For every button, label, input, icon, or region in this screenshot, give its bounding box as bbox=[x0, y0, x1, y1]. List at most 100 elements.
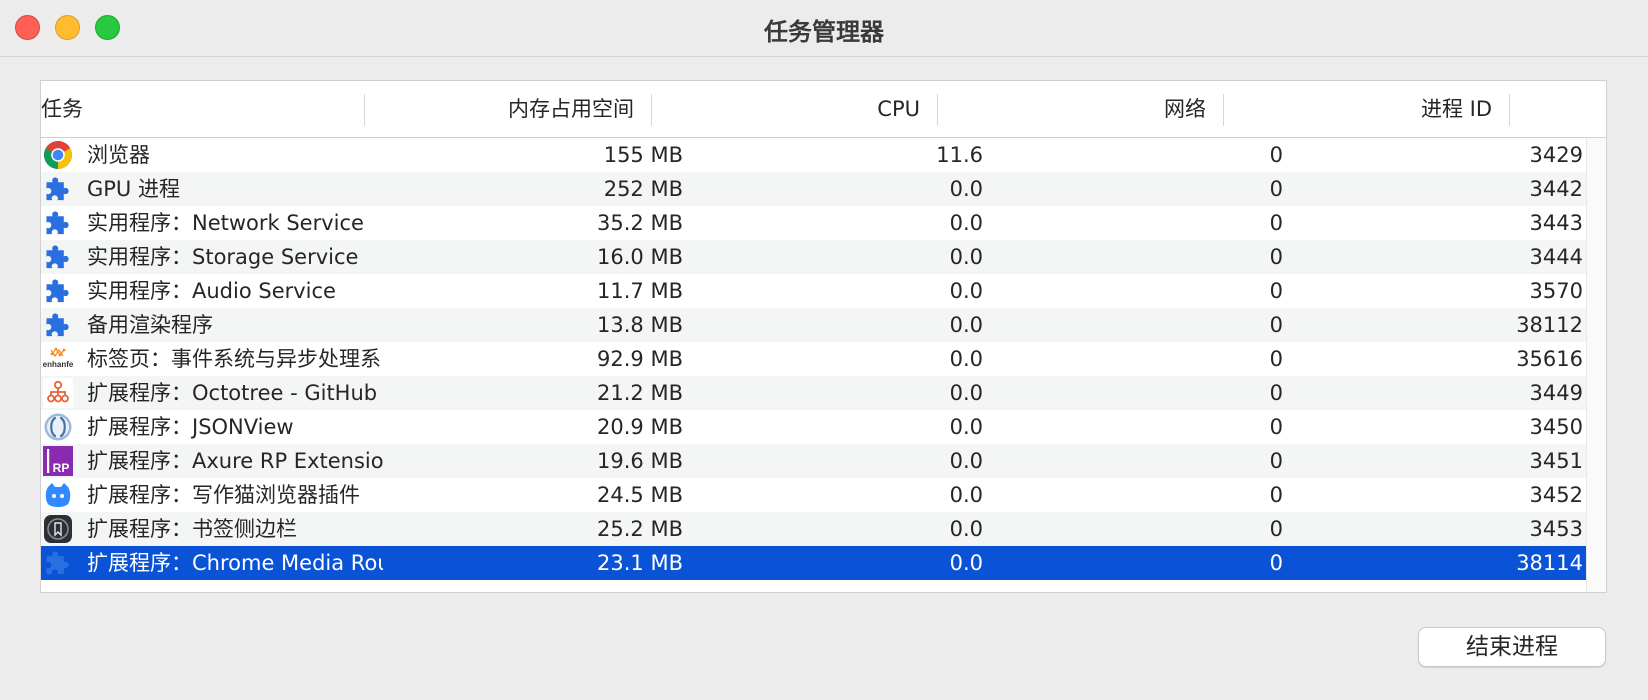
memory-cell: 20.9 MB bbox=[597, 415, 683, 439]
pid-cell: 3444 bbox=[1529, 245, 1583, 269]
pid-cell: 35616 bbox=[1516, 347, 1583, 371]
table-row[interactable]: GPU 进程 252 MB 0.0 0 3442 bbox=[41, 172, 1586, 206]
table-row-selected[interactable]: 扩展程序：Chrome Media Router 23.1 MB 0.0 0 38114 bbox=[41, 546, 1586, 580]
network-cell: 0 bbox=[1269, 415, 1283, 439]
table-header: 任务 内存占用空间 CPU 网络 进程 ID bbox=[41, 81, 1606, 138]
window-title: 任务管理器 bbox=[764, 18, 884, 46]
task-name: 扩展程序：Octotree - GitHub bbox=[87, 381, 378, 405]
puzzle-icon bbox=[43, 276, 73, 306]
table-row[interactable]: RP 扩展程序：Axure RP Extension 19.6 MB 0.0 0 3451 bbox=[41, 444, 1586, 478]
cpu-cell: 0.0 bbox=[949, 177, 983, 201]
memory-cell: 25.2 MB bbox=[597, 517, 683, 541]
column-header-task[interactable]: 任务 bbox=[41, 81, 365, 137]
pid-cell: 38112 bbox=[1516, 313, 1583, 337]
memory-cell: 252 MB bbox=[603, 177, 683, 201]
table-row[interactable]: 备用渲染程序 13.8 MB 0.0 0 38112 bbox=[41, 308, 1586, 342]
memory-cell: 92.9 MB bbox=[597, 347, 683, 371]
svg-text:RP: RP bbox=[53, 461, 70, 475]
pid-cell: 3450 bbox=[1529, 415, 1583, 439]
task-cell: 扩展程序：Chrome Media Router bbox=[41, 546, 383, 580]
pid-cell: 3453 bbox=[1529, 517, 1583, 541]
column-header-pid[interactable]: 进程 ID bbox=[1224, 81, 1510, 137]
task-name: GPU 进程 bbox=[87, 177, 180, 201]
task-cell: 扩展程序：写作猫浏览器插件 bbox=[41, 478, 383, 512]
task-name: 扩展程序：书签侧边栏 bbox=[87, 517, 297, 541]
memory-cell: 21.2 MB bbox=[597, 381, 683, 405]
column-header-memory[interactable]: 内存占用空间 bbox=[365, 81, 652, 137]
pid-cell: 3443 bbox=[1529, 211, 1583, 235]
cpu-cell: 0.0 bbox=[949, 551, 983, 575]
task-name: 实用程序：Storage Service bbox=[87, 245, 359, 269]
pid-cell: 3449 bbox=[1529, 381, 1583, 405]
pid-cell: 38114 bbox=[1516, 551, 1583, 575]
task-name: 扩展程序：JSONView bbox=[87, 415, 294, 439]
cpu-cell: 0.0 bbox=[949, 483, 983, 507]
vertical-scrollbar-track[interactable] bbox=[1586, 138, 1606, 592]
task-cell: 实用程序：Network Service bbox=[41, 206, 383, 240]
table-row[interactable]: 扩展程序：写作猫浏览器插件 24.5 MB 0.0 0 3452 bbox=[41, 478, 1586, 512]
puzzle-icon bbox=[43, 242, 73, 272]
memory-cell: 23.1 MB bbox=[597, 551, 683, 575]
bookmark-sidebar-icon bbox=[43, 514, 73, 544]
task-cell: 扩展程序：JSONView bbox=[41, 410, 383, 444]
task-cell: GPU 进程 bbox=[41, 172, 383, 206]
process-table: 任务 内存占用空间 CPU 网络 进程 ID 浏览器 155 MB 11.6 0 342… bbox=[40, 80, 1607, 593]
task-cell: 扩展程序：Octotree - GitHub bbox=[41, 376, 383, 410]
table-row[interactable]: 扩展程序：JSONView 20.9 MB 0.0 0 3450 bbox=[41, 410, 1586, 444]
pid-cell: 3429 bbox=[1529, 143, 1583, 167]
task-name: 扩展程序：Chrome Media Router bbox=[87, 551, 383, 575]
network-cell: 0 bbox=[1269, 211, 1283, 235]
network-cell: 0 bbox=[1269, 279, 1283, 303]
table-row[interactable]: 实用程序：Storage Service 16.0 MB 0.0 0 3444 bbox=[41, 240, 1586, 274]
network-cell: 0 bbox=[1269, 347, 1283, 371]
cpu-cell: 0.0 bbox=[949, 313, 983, 337]
network-cell: 0 bbox=[1269, 483, 1283, 507]
cpu-cell: 0.0 bbox=[949, 517, 983, 541]
chrome-icon bbox=[43, 140, 73, 170]
octotree-icon bbox=[43, 378, 73, 408]
memory-cell: 13.8 MB bbox=[597, 313, 683, 337]
table-body: 浏览器 155 MB 11.6 0 3429 GPU 进程 252 MB 0.0 0 3442 实用… bbox=[41, 138, 1586, 580]
task-name: 标签页：事件系统与异步处理系 bbox=[87, 347, 381, 371]
table-row[interactable]: 浏览器 155 MB 11.6 0 3429 bbox=[41, 138, 1586, 172]
memory-cell: 24.5 MB bbox=[597, 483, 683, 507]
column-header-cpu[interactable]: CPU bbox=[652, 81, 938, 137]
pid-cell: 3442 bbox=[1529, 177, 1583, 201]
memory-cell: 155 MB bbox=[603, 143, 683, 167]
jsonview-icon bbox=[43, 412, 73, 442]
network-cell: 0 bbox=[1269, 551, 1283, 575]
pid-cell: 3451 bbox=[1529, 449, 1583, 473]
column-header-network[interactable]: 网络 bbox=[938, 81, 1224, 137]
cpu-cell: 11.6 bbox=[936, 143, 983, 167]
network-cell: 0 bbox=[1269, 177, 1283, 201]
table-row[interactable]: 扩展程序：书签侧边栏 25.2 MB 0.0 0 3453 bbox=[41, 512, 1586, 546]
cpu-cell: 0.0 bbox=[949, 245, 983, 269]
pid-cell: 3570 bbox=[1529, 279, 1583, 303]
cpu-cell: 0.0 bbox=[949, 347, 983, 371]
network-cell: 0 bbox=[1269, 313, 1283, 337]
network-cell: 0 bbox=[1269, 381, 1283, 405]
task-name: 备用渲染程序 bbox=[87, 313, 213, 337]
memory-cell: 11.7 MB bbox=[597, 279, 683, 303]
task-cell: RP 扩展程序：Axure RP Extension bbox=[41, 444, 383, 478]
memory-cell: 35.2 MB bbox=[597, 211, 683, 235]
task-manager-window: 任务管理器 任务 内存占用空间 CPU 网络 进程 ID 浏览器 155 MB 11… bbox=[0, 0, 1648, 700]
network-cell: 0 bbox=[1269, 143, 1283, 167]
puzzle-icon bbox=[43, 548, 73, 578]
network-cell: 0 bbox=[1269, 245, 1283, 269]
puzzle-icon bbox=[43, 310, 73, 340]
svg-text:enhanfe: enhanfe bbox=[43, 360, 73, 369]
task-cell: 浏览器 bbox=[41, 138, 383, 172]
cpu-cell: 0.0 bbox=[949, 211, 983, 235]
task-name: 扩展程序：Axure RP Extension bbox=[87, 449, 383, 473]
table-row[interactable]: 扩展程序：Octotree - GitHub 21.2 MB 0.0 0 3449 bbox=[41, 376, 1586, 410]
table-row[interactable]: 实用程序：Audio Service 11.7 MB 0.0 0 3570 bbox=[41, 274, 1586, 308]
table-row[interactable]: enhanfe 标签页：事件系统与异步处理系 92.9 MB 0.0 0 35616 bbox=[41, 342, 1586, 376]
task-name: 实用程序：Audio Service bbox=[87, 279, 336, 303]
task-cell: 实用程序：Audio Service bbox=[41, 274, 383, 308]
title-bar[interactable]: 任务管理器 bbox=[0, 0, 1648, 57]
axure-rp-icon: RP bbox=[43, 446, 73, 476]
task-cell: 扩展程序：书签侧边栏 bbox=[41, 512, 383, 546]
end-process-button[interactable]: 结束进程 bbox=[1418, 627, 1606, 667]
table-row[interactable]: 实用程序：Network Service 35.2 MB 0.0 0 3443 bbox=[41, 206, 1586, 240]
